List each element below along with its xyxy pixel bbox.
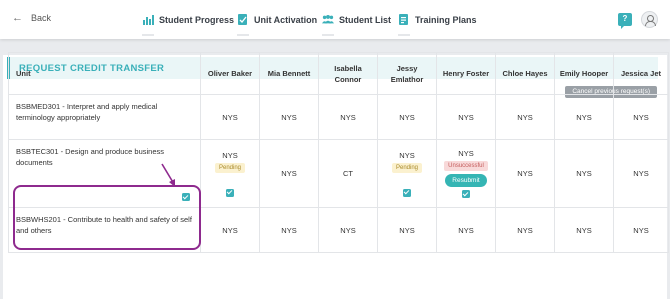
status-cell: NYS [377,207,437,253]
table-row: BSBMED301 - Interpret and apply medical … [8,94,669,140]
status-cell: NYS [318,94,378,140]
unsuccessful-badge: Unsuccessful [444,161,488,171]
status-cell: NYS [613,207,669,253]
user-avatar-icon[interactable] [641,11,658,28]
back-label: Back [31,13,52,23]
status-cell: NYS [436,94,496,140]
column-header-unit: Unit [8,52,201,95]
pending-badge: Pending [391,162,423,173]
resubmit-button[interactable]: Resubmit [445,174,487,187]
status-cell: NYS [554,94,614,140]
bar-chart-icon [142,14,154,26]
status-cell: NYS [200,207,260,253]
header-actions: ? [618,11,658,29]
nav-label: Training Plans [415,14,477,25]
status-text: NYS [399,150,415,160]
status-cell: NYS [259,94,319,140]
status-cell: NYS [495,207,555,253]
select-cell-checkbox[interactable] [462,190,470,198]
table-header-row: Unit Oliver Baker Mia Bennett Isabella C… [8,52,669,95]
column-header-student: Jessy Emlathor [377,52,437,95]
nav-unit-activation[interactable]: Unit Activation [237,0,317,39]
status-cell: NYS [554,207,614,253]
nav-underline [322,34,334,36]
status-cell: NYS Pending [200,139,260,208]
clipboard-icon [398,13,410,26]
status-text: NYS [458,149,474,158]
pending-badge: Pending [214,162,246,173]
status-cell: NYS [259,207,319,253]
nav-student-progress[interactable]: Student Progress [142,0,234,39]
column-header-student: Emily Hooper [554,52,614,95]
nav-underline [237,34,249,36]
nav-label: Unit Activation [254,14,318,25]
status-cell: NYS Pending [377,139,437,208]
back-button[interactable]: ← Back [12,12,51,24]
column-header-student: Henry Foster [436,52,496,95]
status-cell: NYS [259,139,319,208]
column-header-student: Oliver Baker [200,52,260,95]
status-cell: NYS [377,94,437,140]
status-cell: NYS [495,94,555,140]
column-header-student: Jessica Jet [613,52,669,95]
nav-student-list[interactable]: Student List [322,0,391,39]
arrow-left-icon: ← [12,12,23,24]
help-chat-icon[interactable]: ? [618,13,632,29]
status-cell: CT [318,139,378,208]
select-cell-checkbox[interactable] [403,188,411,197]
nav-underline [398,34,410,36]
select-cell-checkbox[interactable] [226,188,234,197]
document-check-icon [237,13,249,26]
nav-label: Student List [339,14,391,25]
status-cell: NYS [436,207,496,253]
unit-name: BSBMED301 - Interpret and apply medical … [8,94,201,140]
status-cell: NYS [318,207,378,253]
users-icon [322,14,334,26]
status-cell: NYS [613,94,669,140]
status-cell: NYS [613,139,669,208]
nav-label: Student Progress [159,14,235,25]
top-nav-bar: ← Back Student Progress Unit Activation … [0,0,670,39]
nav-training-plans[interactable]: Training Plans [398,0,477,39]
status-cell: NYS [554,139,614,208]
status-cell: NYS [495,139,555,208]
column-header-student: Chloe Hayes [495,52,555,95]
status-cell: NYS Unsuccessful Resubmit [436,139,496,208]
nav-underline [142,34,154,36]
column-header-student: Mia Bennett [259,52,319,95]
status-text: NYS [222,150,238,160]
highlight-annotation [13,185,201,250]
unit-name: BSBTEC301 - Design and produce business … [16,147,165,167]
status-cell: NYS [200,94,260,140]
column-header-student: Isabella Connor [318,52,378,95]
